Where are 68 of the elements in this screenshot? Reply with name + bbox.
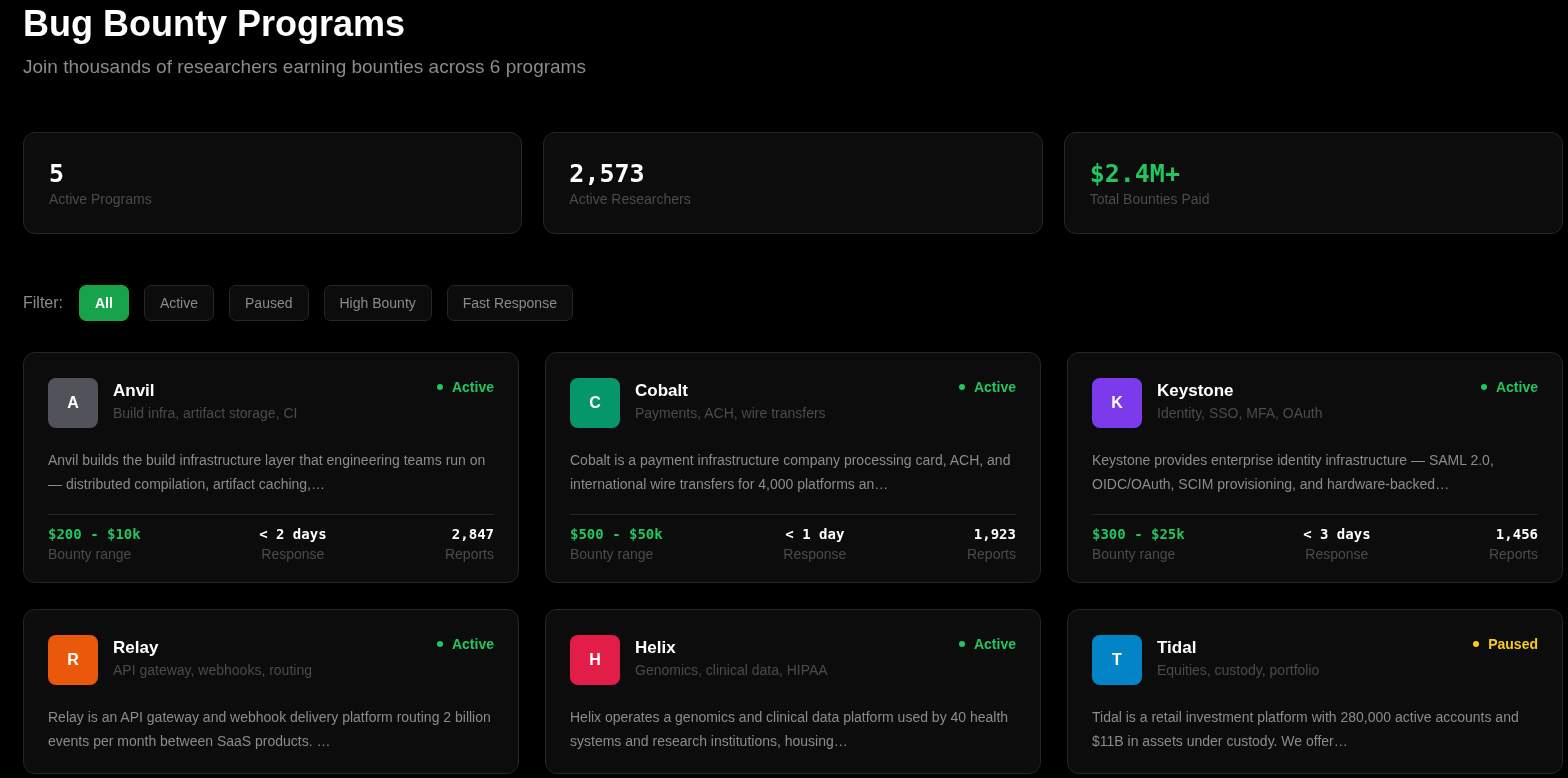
program-name: Relay xyxy=(113,638,159,658)
metric-label: Reports xyxy=(1488,546,1538,562)
program-avatar: C xyxy=(570,378,620,428)
program-avatar: H xyxy=(570,635,620,685)
metric-label: Bounty range xyxy=(1092,546,1177,562)
stat-value: 5 xyxy=(49,159,65,189)
stat-value: 2,573 xyxy=(569,159,645,189)
metric-label: Bounty range xyxy=(570,546,655,562)
program-name: Tidal xyxy=(1157,638,1197,658)
stat-value: $2.4M+ xyxy=(1089,159,1180,189)
filter-chip[interactable]: Active xyxy=(143,285,214,321)
program-tags: Identity, SSO, MFA, OAuth xyxy=(1157,405,1323,421)
metric-value: < 3 days xyxy=(1303,525,1371,544)
program-card[interactable]: R Relay API gateway, webhooks, routing Active Relay is an API gateway and webhook delivery platform routing 2 billion events per month between SaaS products. … xyxy=(23,609,519,774)
metric-value: $200 - $10k xyxy=(48,525,141,544)
metric-value: 2,847 xyxy=(451,525,494,544)
filter-chip[interactable]: All xyxy=(79,285,129,321)
metric-label: Bounty range xyxy=(48,546,133,562)
program-card[interactable] xyxy=(1067,352,1563,583)
program-card[interactable]: H Helix Genomics, clinical data, HIPAA Active Helix operates a genomics and clinical data platform used by 40 health systems and research institutions, housing… xyxy=(545,609,1041,774)
program-avatar: A xyxy=(48,378,98,428)
status-badge: Active xyxy=(958,379,1016,395)
status-badge: Paused xyxy=(1473,636,1538,652)
program-description: Keystone provides enterprise identity infrastructure — SAML 2.0, OIDC/OAuth, SCIM provisioning, and hardware-backed… xyxy=(1092,451,1495,494)
program-tags: Equities, custody, portfolio xyxy=(1157,662,1320,678)
metric-label: Response xyxy=(261,546,325,562)
metric-label: Reports xyxy=(444,546,494,562)
metric-value: < 1 day xyxy=(785,525,845,544)
program-name: Cobalt xyxy=(635,381,688,401)
program-avatar: R xyxy=(48,635,98,685)
stat-label: Active Programs xyxy=(49,191,152,207)
filter-chip[interactable]: Paused xyxy=(229,285,309,321)
metric-value: $500 - $50k xyxy=(570,525,663,544)
page-title: Bug Bounty Programs xyxy=(23,2,406,44)
program-card[interactable] xyxy=(23,352,519,583)
program-description: Tidal is a retail investment platform with 280,000 active accounts and $11B in assets under custody. We offer… xyxy=(1092,708,1520,751)
metric-value: 1,456 xyxy=(1495,525,1538,544)
program-tags: Payments, ACH, wire transfers xyxy=(635,405,826,421)
filter-chip[interactable]: Fast Response xyxy=(446,285,573,321)
filter-label: Filter: xyxy=(23,294,63,312)
program-card[interactable] xyxy=(545,352,1041,583)
program-name: Anvil xyxy=(113,381,155,401)
program-name: Helix xyxy=(635,638,676,658)
metric-label: Response xyxy=(1305,546,1369,562)
program-tags: Build infra, artifact storage, CI xyxy=(113,405,298,421)
status-badge: Active xyxy=(958,636,1016,652)
program-description: Cobalt is a payment infrastructure company processing card, ACH, and international wire transfers for 4,000 platforms an… xyxy=(570,451,1012,494)
program-tags: Genomics, clinical data, HIPAA xyxy=(635,662,828,678)
program-description: Anvil builds the build infrastructure layer that engineering teams run on — distributed compilation, artifact caching,… xyxy=(48,451,487,494)
program-description: Helix operates a genomics and clinical data platform used by 40 health systems and research institutions, housing… xyxy=(570,708,1010,751)
stat-label: Active Researchers xyxy=(569,191,691,207)
page-subtitle: Join thousands of researchers earning bounties across 6 programs xyxy=(23,55,586,79)
program-avatar: T xyxy=(1092,635,1142,685)
status-badge: Active xyxy=(436,636,494,652)
program-avatar: K xyxy=(1092,378,1142,428)
metric-value: < 2 days xyxy=(259,525,327,544)
metric-label: Reports xyxy=(966,546,1016,562)
metric-value: $300 - $25k xyxy=(1092,525,1185,544)
stat-label: Total Bounties Paid xyxy=(1089,191,1210,207)
program-card[interactable]: T Tidal Equities, custody, portfolio Paused Tidal is a retail investment platform with 280,000 active accounts and $11B in assets under custody. We offer… xyxy=(1067,609,1563,774)
status-badge: Active xyxy=(1480,379,1538,395)
program-name: Keystone xyxy=(1157,381,1234,401)
metric-value: 1,923 xyxy=(973,525,1016,544)
metric-label: Response xyxy=(783,546,847,562)
program-tags: API gateway, webhooks, routing xyxy=(113,662,312,678)
filter-chip[interactable]: High Bounty xyxy=(323,285,432,321)
status-badge: Active xyxy=(436,379,494,395)
program-description: Relay is an API gateway and webhook delivery platform routing 2 billion events per month between SaaS products. … xyxy=(48,708,492,751)
